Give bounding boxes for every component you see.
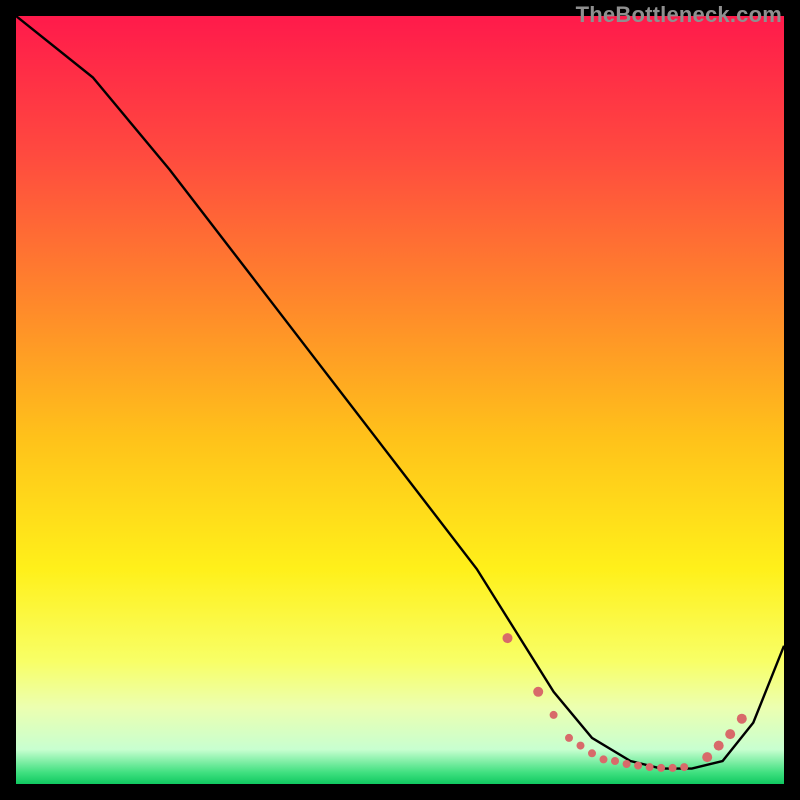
gradient-background bbox=[16, 16, 784, 784]
chart-svg bbox=[16, 16, 784, 784]
marker-dot bbox=[623, 760, 631, 768]
marker-dot bbox=[634, 762, 642, 770]
marker-dot bbox=[503, 633, 513, 643]
marker-dot bbox=[600, 755, 608, 763]
marker-dot bbox=[702, 752, 712, 762]
marker-dot bbox=[533, 687, 543, 697]
marker-dot bbox=[550, 711, 558, 719]
marker-dot bbox=[588, 749, 596, 757]
marker-dot bbox=[611, 757, 619, 765]
marker-dot bbox=[680, 763, 688, 771]
marker-dot bbox=[725, 729, 735, 739]
marker-dot bbox=[646, 763, 654, 771]
marker-dot bbox=[714, 741, 724, 751]
marker-dot bbox=[737, 714, 747, 724]
watermark-text: TheBottleneck.com bbox=[576, 2, 782, 28]
marker-dot bbox=[669, 764, 677, 772]
marker-dot bbox=[577, 742, 585, 750]
marker-dot bbox=[565, 734, 573, 742]
chart-frame bbox=[16, 16, 784, 784]
marker-dot bbox=[657, 764, 665, 772]
